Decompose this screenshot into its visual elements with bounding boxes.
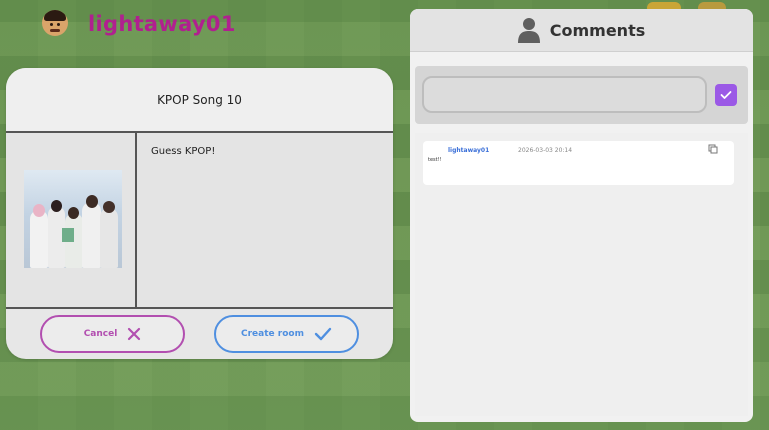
song-thumbnail — [24, 170, 122, 268]
comment-timestamp: 2026-03-03 20:14 — [518, 147, 573, 154]
dialog-title: KPOP Song 10 — [6, 68, 393, 131]
cancel-button[interactable]: Cancel — [40, 315, 185, 353]
check-icon — [314, 327, 332, 341]
copy-icon[interactable] — [708, 144, 718, 154]
comment-item: lightaway01 2026-03-03 20:14 test!! — [423, 141, 734, 185]
close-icon — [128, 327, 141, 341]
create-room-button-label: Create room — [241, 329, 304, 339]
comments-title: Comments — [549, 20, 646, 40]
username-label: lightaway01 — [88, 12, 236, 36]
create-room-button[interactable]: Create room — [214, 315, 359, 353]
create-room-dialog: KPOP Song 10 Guess KPOP! Cancel Create r… — [6, 68, 393, 359]
comments-list[interactable]: lightaway01 2026-03-03 20:14 test!! — [415, 133, 748, 416]
comments-panel: Comments lightaway01 2026-03-03 20:14 te… — [410, 9, 753, 422]
comments-header: Comments — [410, 9, 753, 52]
thumbnail-column — [6, 133, 137, 307]
user-icon — [517, 18, 540, 43]
cancel-button-label: Cancel — [83, 329, 118, 339]
room-description: Guess KPOP! — [151, 146, 216, 157]
comment-input-row — [415, 66, 748, 124]
comment-author[interactable]: lightaway01 — [448, 147, 489, 154]
user-avatar[interactable] — [42, 10, 68, 36]
dialog-body: Guess KPOP! — [6, 131, 393, 309]
comment-text: test!! — [428, 157, 442, 163]
send-comment-button[interactable] — [715, 84, 737, 106]
check-icon — [720, 91, 732, 99]
comment-input[interactable] — [422, 76, 707, 113]
